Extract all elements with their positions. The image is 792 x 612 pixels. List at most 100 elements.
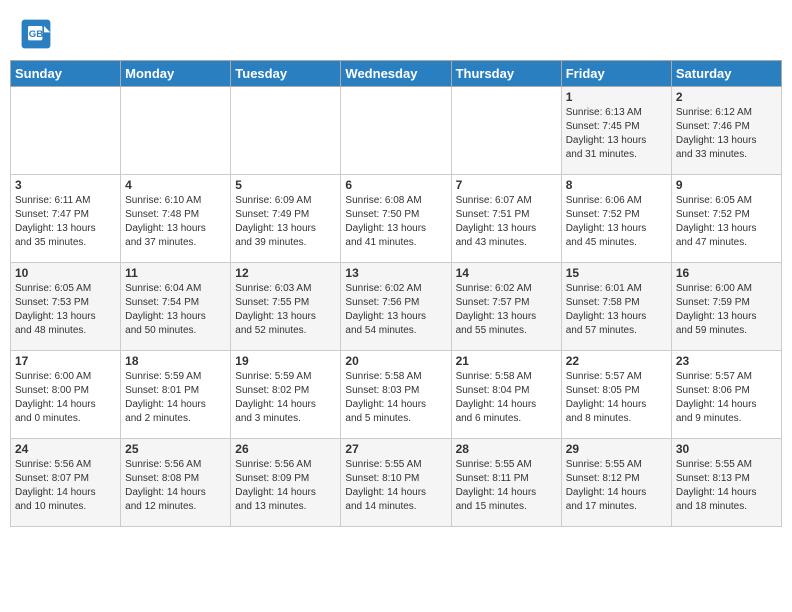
calendar-cell: 28Sunrise: 5:55 AM Sunset: 8:11 PM Dayli… — [451, 439, 561, 527]
day-number: 19 — [235, 354, 336, 368]
calendar-cell: 21 Sunrise: 5:58 AM Sunset: 8:04 PM Dayli… — [451, 351, 561, 439]
calendar-cell: 9Sunrise: 6:05 AM Sunset: 7:52 PM Daylig… — [671, 175, 781, 263]
day-number: 1 — [566, 90, 667, 104]
day-info: Sunrise: 5:59 AM Sunset: 8:02 PM Dayligh… — [235, 370, 336, 426]
day-number: 21 — [456, 354, 557, 368]
day-number: 29 — [566, 442, 667, 456]
day-number: 17 — [15, 354, 116, 368]
day-info: Sunrise: 5:59 AM Sunset: 8:01 PM Dayligh… — [125, 370, 226, 426]
calendar-cell: 14 Sunrise: 6:02 AM Sunset: 7:57 PM Dayli… — [451, 263, 561, 351]
day-number: 11 — [125, 266, 226, 280]
day-number: 16 — [676, 266, 777, 280]
day-info: Sunrise: 6:05 AM Sunset: 7:53 PM Dayligh… — [15, 282, 116, 338]
calendar-cell: 10 Sunrise: 6:05 AM Sunset: 7:53 PM Dayli… — [11, 263, 121, 351]
calendar-cell: 11 Sunrise: 6:04 AM Sunset: 7:54 PM Dayli… — [121, 263, 231, 351]
day-info: Sunrise: 6:08 AM Sunset: 7:50 PM Dayligh… — [345, 194, 446, 250]
calendar-cell: 16 Sunrise: 6:00 AM Sunset: 7:59 PM Dayli… — [671, 263, 781, 351]
day-info: Sunrise: 5:57 AM Sunset: 8:06 PM Dayligh… — [676, 370, 777, 426]
calendar-cell: 15 Sunrise: 6:01 AM Sunset: 7:58 PM Dayli… — [561, 263, 671, 351]
day-number: 24 — [15, 442, 116, 456]
day-number: 3 — [15, 178, 116, 192]
day-info: Sunrise: 6:04 AM Sunset: 7:54 PM Dayligh… — [125, 282, 226, 338]
day-info: Sunrise: 5:56 AM Sunset: 8:07 PM Dayligh… — [15, 458, 116, 514]
weekday-header-saturday: Saturday — [671, 61, 781, 87]
day-number: 23 — [676, 354, 777, 368]
calendar-cell: 27 Sunrise: 5:55 AM Sunset: 8:10 PM Dayli… — [341, 439, 451, 527]
day-info: Sunrise: 6:02 AM Sunset: 7:56 PM Dayligh… — [345, 282, 446, 338]
day-number: 8 — [566, 178, 667, 192]
day-number: 4 — [125, 178, 226, 192]
day-info: Sunrise: 6:13 AM Sunset: 7:45 PM Dayligh… — [566, 106, 667, 162]
day-number: 6 — [345, 178, 446, 192]
day-number: 13 — [345, 266, 446, 280]
calendar-cell: 5 Sunrise: 6:09 AM Sunset: 7:49 PM Daylig… — [231, 175, 341, 263]
weekday-header-sunday: Sunday — [11, 61, 121, 87]
day-number: 25 — [125, 442, 226, 456]
logo: GB — [20, 18, 56, 50]
day-info: Sunrise: 6:07 AM Sunset: 7:51 PM Dayligh… — [456, 194, 557, 250]
day-number: 7 — [456, 178, 557, 192]
day-info: Sunrise: 5:55 AM Sunset: 8:10 PM Dayligh… — [345, 458, 446, 514]
day-number: 26 — [235, 442, 336, 456]
day-number: 14 — [456, 266, 557, 280]
day-info: Sunrise: 6:11 AM Sunset: 7:47 PM Dayligh… — [15, 194, 116, 250]
calendar-body: 1 Sunrise: 6:13 AM Sunset: 7:45 PM Daylig… — [11, 87, 782, 527]
day-info: Sunrise: 6:02 AM Sunset: 7:57 PM Dayligh… — [456, 282, 557, 338]
day-info: Sunrise: 6:10 AM Sunset: 7:48 PM Dayligh… — [125, 194, 226, 250]
calendar-cell: 20 Sunrise: 5:58 AM Sunset: 8:03 PM Dayli… — [341, 351, 451, 439]
calendar-cell: 12 Sunrise: 6:03 AM Sunset: 7:55 PM Dayli… — [231, 263, 341, 351]
calendar-cell: 18 Sunrise: 5:59 AM Sunset: 8:01 PM Dayli… — [121, 351, 231, 439]
calendar-cell: 3 Sunrise: 6:11 AM Sunset: 7:47 PM Daylig… — [11, 175, 121, 263]
day-number: 30 — [676, 442, 777, 456]
calendar-cell — [451, 87, 561, 175]
weekday-header-thursday: Thursday — [451, 61, 561, 87]
weekday-header-friday: Friday — [561, 61, 671, 87]
day-info: Sunrise: 5:58 AM Sunset: 8:04 PM Dayligh… — [456, 370, 557, 426]
day-info: Sunrise: 6:06 AM Sunset: 7:52 PM Dayligh… — [566, 194, 667, 250]
day-number: 15 — [566, 266, 667, 280]
weekday-header-monday: Monday — [121, 61, 231, 87]
calendar-week-0: 1 Sunrise: 6:13 AM Sunset: 7:45 PM Daylig… — [11, 87, 782, 175]
day-info: Sunrise: 5:55 AM Sunset: 8:12 PM Dayligh… — [566, 458, 667, 514]
calendar-table: SundayMondayTuesdayWednesdayThursdayFrid… — [10, 60, 782, 527]
calendar-cell: 4 Sunrise: 6:10 AM Sunset: 7:48 PM Daylig… — [121, 175, 231, 263]
day-info: Sunrise: 5:58 AM Sunset: 8:03 PM Dayligh… — [345, 370, 446, 426]
day-number: 18 — [125, 354, 226, 368]
calendar-cell: 6 Sunrise: 6:08 AM Sunset: 7:50 PM Daylig… — [341, 175, 451, 263]
calendar-cell: 26 Sunrise: 5:56 AM Sunset: 8:09 PM Dayli… — [231, 439, 341, 527]
day-info: Sunrise: 6:09 AM Sunset: 7:49 PM Dayligh… — [235, 194, 336, 250]
day-number: 5 — [235, 178, 336, 192]
day-number: 20 — [345, 354, 446, 368]
day-number: 2 — [676, 90, 777, 104]
day-info: Sunrise: 6:00 AM Sunset: 7:59 PM Dayligh… — [676, 282, 777, 338]
day-number: 27 — [345, 442, 446, 456]
calendar-cell: 1 Sunrise: 6:13 AM Sunset: 7:45 PM Daylig… — [561, 87, 671, 175]
day-info: Sunrise: 6:05 AM Sunset: 7:52 PM Dayligh… — [676, 194, 777, 250]
day-number: 22 — [566, 354, 667, 368]
day-number: 28 — [456, 442, 557, 456]
day-info: Sunrise: 5:55 AM Sunset: 8:13 PM Dayligh… — [676, 458, 777, 514]
day-info: Sunrise: 6:12 AM Sunset: 7:46 PM Dayligh… — [676, 106, 777, 162]
page-header: GB — [10, 10, 782, 54]
weekday-header-wednesday: Wednesday — [341, 61, 451, 87]
logo-icon: GB — [20, 18, 52, 50]
calendar-week-3: 17 Sunrise: 6:00 AM Sunset: 8:00 PM Dayli… — [11, 351, 782, 439]
day-number: 12 — [235, 266, 336, 280]
calendar-cell: 13 Sunrise: 6:02 AM Sunset: 7:56 PM Dayli… — [341, 263, 451, 351]
calendar-week-2: 10 Sunrise: 6:05 AM Sunset: 7:53 PM Dayli… — [11, 263, 782, 351]
day-info: Sunrise: 6:01 AM Sunset: 7:58 PM Dayligh… — [566, 282, 667, 338]
calendar-week-1: 3 Sunrise: 6:11 AM Sunset: 7:47 PM Daylig… — [11, 175, 782, 263]
calendar-cell — [11, 87, 121, 175]
calendar-week-4: 24 Sunrise: 5:56 AM Sunset: 8:07 PM Dayli… — [11, 439, 782, 527]
calendar-cell: 30 Sunrise: 5:55 AM Sunset: 8:13 PM Dayli… — [671, 439, 781, 527]
day-info: Sunrise: 5:56 AM Sunset: 8:09 PM Dayligh… — [235, 458, 336, 514]
svg-text:GB: GB — [29, 29, 43, 40]
day-info: Sunrise: 6:03 AM Sunset: 7:55 PM Dayligh… — [235, 282, 336, 338]
calendar-cell: 17 Sunrise: 6:00 AM Sunset: 8:00 PM Dayli… — [11, 351, 121, 439]
calendar-cell: 25Sunrise: 5:56 AM Sunset: 8:08 PM Dayli… — [121, 439, 231, 527]
calendar-cell: 29 Sunrise: 5:55 AM Sunset: 8:12 PM Dayli… — [561, 439, 671, 527]
calendar-header: SundayMondayTuesdayWednesdayThursdayFrid… — [11, 61, 782, 87]
day-number: 10 — [15, 266, 116, 280]
day-info: Sunrise: 6:00 AM Sunset: 8:00 PM Dayligh… — [15, 370, 116, 426]
weekday-row: SundayMondayTuesdayWednesdayThursdayFrid… — [11, 61, 782, 87]
